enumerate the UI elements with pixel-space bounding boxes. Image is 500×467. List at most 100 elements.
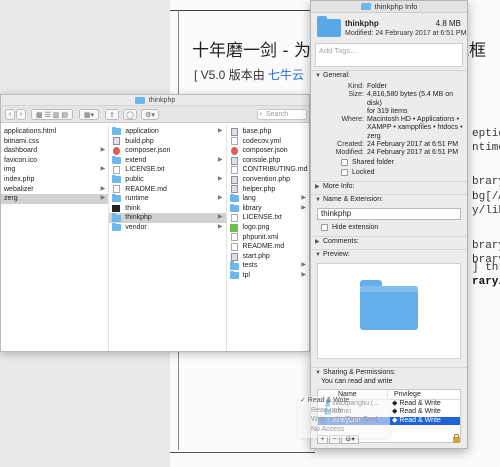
section-label: Sharing & Permissions: (323, 368, 396, 376)
document-icon (230, 214, 238, 223)
list-item[interactable]: application ▶ (109, 126, 225, 137)
list-item-label: codecov.yml (242, 137, 281, 145)
share-button[interactable]: ⇪ (105, 109, 119, 120)
list-item[interactable]: index.php (1, 175, 108, 185)
list-item[interactable]: extend ▶ (109, 155, 225, 166)
list-item[interactable]: runtime ▶ (109, 193, 225, 204)
list-item[interactable]: webalizer ▶ (1, 185, 108, 195)
section-more-info[interactable]: ▶ More Info: (311, 180, 467, 191)
list-item[interactable]: lang ▶ (227, 193, 309, 204)
list-item[interactable]: composer.json (109, 146, 225, 156)
menu-item-write-only[interactable]: Write only (Drop Box) (298, 415, 390, 425)
tag-button[interactable]: ◯ (123, 109, 137, 120)
column-header-privilege[interactable]: Privilege (388, 390, 421, 399)
list-item-label: build.php (125, 137, 154, 145)
list-item[interactable]: phpunit.xml (227, 233, 309, 243)
list-item[interactable]: helper.php (227, 185, 309, 195)
list-item[interactable]: favicon.ico (1, 156, 108, 166)
json-file-icon (230, 146, 238, 155)
name-field[interactable]: thinkphp (317, 207, 461, 220)
list-item[interactable]: codecov.yml (227, 137, 309, 147)
tags-placeholder: Add Tags... (319, 46, 357, 55)
section-general[interactable]: ▼ General: (311, 70, 467, 80)
info-titlebar[interactable]: thinkphp Info (311, 1, 467, 13)
list-item-label: convention.php (242, 175, 291, 183)
list-item[interactable]: README.md (227, 242, 309, 252)
list-item[interactable]: think (109, 204, 225, 214)
folder-icon (112, 222, 122, 232)
list-item[interactable]: base.php (227, 127, 309, 137)
json-file-icon (113, 146, 121, 155)
document-icon (230, 137, 238, 146)
checkbox-icon (341, 169, 348, 177)
view-mode-toggle[interactable]: ▦ ☰ ▥ ▤ (31, 109, 73, 120)
list-item-label: LICENSE.txt (125, 166, 165, 174)
finder-window: thinkphp ‹ › ▦ ☰ ▥ ▤ ▦▾ ⇪ ◯ ⚙▾ Search ap… (0, 94, 310, 352)
general-details: Kind: Folder Size: 4,816,580 bytes (5.4 MB… (311, 80, 467, 178)
list-item[interactable]: dashboard ▶ (1, 146, 108, 156)
section-label: Preview: (323, 250, 350, 258)
lock-icon[interactable] (453, 434, 460, 443)
menu-item-read-write[interactable]: ✓ Read & Write (298, 396, 390, 406)
list-item[interactable]: convention.php (227, 175, 309, 185)
list-item[interactable]: CONTRIBUTING.md (227, 165, 309, 175)
list-item[interactable]: build.php (109, 137, 225, 147)
folder-icon (360, 279, 418, 330)
menu-item-read-only[interactable]: Read only (298, 406, 390, 416)
list-item[interactable]: LICENSE.txt (227, 213, 309, 223)
list-item[interactable]: README.md (109, 185, 225, 195)
chevron-right-icon: ▶ (100, 185, 106, 192)
section-comments[interactable]: ▶ Comments: (311, 235, 467, 246)
locked-checkbox[interactable]: Locked (341, 168, 467, 178)
section-label: Comments: (323, 237, 359, 245)
search-input[interactable]: Search (257, 109, 307, 120)
list-item[interactable]: tests ▶ (227, 261, 309, 271)
code-line: brary/th (472, 240, 500, 252)
privilege-select[interactable]: ◆ Read & Write (388, 408, 441, 417)
section-preview[interactable]: ▼ Preview: (311, 248, 467, 259)
list-item[interactable]: zerg ▶ (1, 194, 109, 204)
list-item[interactable]: vendor ▶ (109, 222, 225, 233)
list-item[interactable]: public ▶ (109, 174, 225, 185)
privilege-select[interactable]: ◆ Read & Write (388, 400, 441, 409)
list-item[interactable]: LICENSE.txt (109, 165, 225, 175)
list-item[interactable]: logo.png (227, 223, 309, 233)
privilege-select[interactable]: ◆ Read & Write (388, 417, 441, 426)
chevron-left-icon: ‹ (8, 111, 12, 118)
where-label: Where: (341, 116, 364, 124)
list-item[interactable]: library ▶ (227, 203, 309, 214)
list-item[interactable]: applications.html (1, 127, 108, 137)
list-item[interactable]: img ▶ (1, 165, 108, 175)
folder-icon (229, 193, 239, 203)
list-item[interactable]: tpl ▶ (227, 270, 309, 281)
search-placeholder: Search (266, 111, 289, 118)
chevron-right-icon: ▶ (301, 271, 306, 278)
document-icon (230, 233, 238, 242)
info-window: thinkphp Info thinkphp 4.8 MB Modified: … (310, 0, 468, 449)
hide-extension-checkbox[interactable]: Hide extension (321, 223, 467, 233)
list-item[interactable]: bitnami.css (1, 137, 108, 147)
action-button[interactable]: ⚙▾ (141, 109, 159, 120)
modified-value: 24 February 2017 at 6:51 PM (367, 149, 459, 157)
list-item[interactable]: composer.json (227, 146, 309, 156)
folder-icon (112, 213, 122, 222)
chevron-right-icon: ▶ (100, 195, 106, 202)
tags-input[interactable]: Add Tags... (315, 43, 463, 67)
list-item[interactable]: thinkphp ▶ (109, 213, 226, 223)
list-item-label: helper.php (242, 185, 276, 193)
shared-folder-checkbox[interactable]: Shared folder (341, 158, 467, 168)
list-item-label: composer.json (125, 147, 171, 155)
section-sharing[interactable]: ▼ Sharing & Permissions: (311, 366, 467, 377)
list-item[interactable]: start.php (227, 252, 309, 262)
php-file-icon (230, 175, 238, 184)
menu-item-no-access[interactable]: No Access (298, 425, 390, 435)
arrange-button[interactable]: ▦▾ (79, 109, 99, 120)
folder-icon (317, 16, 341, 37)
back-button[interactable]: ‹ (5, 109, 15, 120)
doc-subtitle-link[interactable]: 七牛云 (268, 68, 304, 82)
section-name-extension[interactable]: ▼ Name & Extension: (311, 193, 467, 204)
finder-titlebar[interactable]: thinkphp (1, 95, 309, 106)
forward-button[interactable]: › (16, 109, 26, 120)
list-item[interactable]: console.php (227, 156, 309, 166)
list-item-label: LICENSE.txt (242, 214, 282, 222)
